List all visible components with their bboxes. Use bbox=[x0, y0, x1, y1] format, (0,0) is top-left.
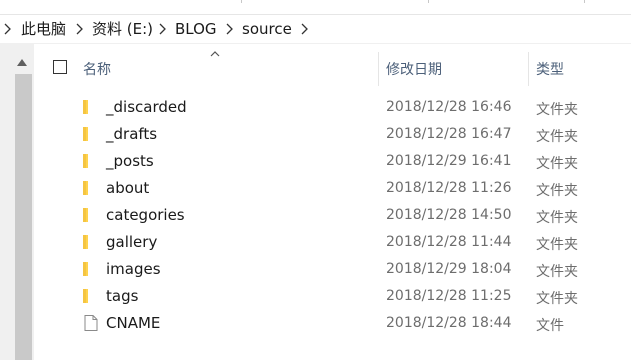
strip-divider bbox=[241, 0, 242, 3]
column-header-date[interactable]: 修改日期 bbox=[386, 59, 442, 79]
chevron-right-icon[interactable] bbox=[299, 22, 309, 36]
file-type: 文件夹 bbox=[536, 291, 578, 307]
breadcrumb-item-drive-e[interactable]: 资料 (E:) bbox=[92, 21, 153, 37]
chevron-right-icon[interactable] bbox=[157, 22, 167, 36]
file-name[interactable]: _drafts bbox=[106, 125, 157, 143]
file-row-categories[interactable]: categories 2018/12/28 14:50 文件夹 bbox=[34, 202, 631, 229]
folder-icon bbox=[83, 127, 88, 141]
folder-icon bbox=[83, 235, 88, 249]
file-type: 文件夹 bbox=[536, 129, 578, 145]
chevron-right-icon[interactable] bbox=[224, 22, 234, 36]
column-divider[interactable] bbox=[378, 52, 379, 86]
select-all-checkbox[interactable] bbox=[53, 60, 67, 74]
file-type: 文件夹 bbox=[536, 210, 578, 226]
file-date: 2018/12/29 16:41 bbox=[386, 153, 512, 169]
file-type: 文件夹 bbox=[536, 264, 578, 280]
column-header-strip-top bbox=[0, 0, 631, 15]
breadcrumb-item-this-pc[interactable]: 此电脑 bbox=[21, 21, 66, 37]
file-date: 2018/12/28 11:25 bbox=[386, 288, 512, 304]
file-date: 2018/12/28 16:47 bbox=[386, 126, 512, 142]
file-name[interactable]: _discarded bbox=[106, 98, 187, 116]
file-name[interactable]: categories bbox=[106, 206, 185, 224]
vertical-scrollbar[interactable] bbox=[0, 44, 34, 360]
scroll-up-arrow-icon[interactable] bbox=[16, 58, 28, 68]
file-date: 2018/12/29 18:04 bbox=[386, 261, 512, 277]
folder-icon bbox=[83, 181, 88, 195]
file-date: 2018/12/28 14:50 bbox=[386, 207, 512, 223]
folder-icon bbox=[83, 154, 88, 168]
sort-ascending-icon bbox=[210, 51, 220, 57]
breadcrumb-item-source[interactable]: source bbox=[242, 21, 292, 37]
column-divider[interactable] bbox=[528, 52, 529, 86]
folder-icon bbox=[83, 289, 88, 303]
column-header: 名称 修改日期 类型 bbox=[34, 44, 631, 90]
file-type: 文件夹 bbox=[536, 237, 578, 253]
file-type: 文件夹 bbox=[536, 183, 578, 199]
folder-icon bbox=[83, 208, 88, 222]
file-date: 2018/12/28 16:46 bbox=[386, 99, 512, 115]
file-row-gallery[interactable]: gallery 2018/12/28 11:44 文件夹 bbox=[34, 229, 631, 256]
column-header-name[interactable]: 名称 bbox=[83, 59, 111, 79]
file-name[interactable]: gallery bbox=[106, 233, 157, 251]
chevron-right-icon[interactable] bbox=[74, 22, 84, 36]
breadcrumb: 此电脑 资料 (E:) BLOG source bbox=[0, 15, 631, 44]
folder-icon bbox=[83, 262, 88, 276]
file-type: 文件夹 bbox=[536, 156, 578, 172]
file-name[interactable]: about bbox=[106, 179, 149, 197]
file-name[interactable]: CNAME bbox=[106, 314, 160, 332]
file-row-about[interactable]: about 2018/12/28 11:26 文件夹 bbox=[34, 175, 631, 202]
file-row-tags[interactable]: tags 2018/12/28 11:25 文件夹 bbox=[34, 283, 631, 310]
file-row-discarded[interactable]: _discarded 2018/12/28 16:46 文件夹 bbox=[34, 94, 631, 121]
file-name[interactable]: tags bbox=[106, 287, 138, 305]
chevron-right-icon[interactable] bbox=[2, 22, 12, 36]
file-date: 2018/12/28 18:44 bbox=[386, 315, 512, 331]
file-type: 文件夹 bbox=[536, 102, 578, 118]
file-type: 文件 bbox=[536, 318, 564, 334]
file-date: 2018/12/28 11:26 bbox=[386, 180, 512, 196]
file-icon bbox=[84, 315, 98, 331]
file-name[interactable]: _posts bbox=[106, 152, 154, 170]
folder-icon bbox=[83, 100, 88, 114]
scrollbar-thumb[interactable] bbox=[15, 74, 32, 360]
file-row-posts[interactable]: _posts 2018/12/29 16:41 文件夹 bbox=[34, 148, 631, 175]
file-date: 2018/12/28 11:44 bbox=[386, 234, 512, 250]
strip-divider bbox=[584, 0, 585, 3]
file-row-images[interactable]: images 2018/12/29 18:04 文件夹 bbox=[34, 256, 631, 283]
column-header-type[interactable]: 类型 bbox=[536, 59, 564, 79]
file-name[interactable]: images bbox=[106, 260, 161, 278]
breadcrumb-item-blog[interactable]: BLOG bbox=[175, 21, 217, 37]
file-row-cname[interactable]: CNAME 2018/12/28 18:44 文件 bbox=[34, 310, 631, 337]
strip-divider bbox=[428, 0, 429, 3]
file-row-drafts[interactable]: _drafts 2018/12/28 16:47 文件夹 bbox=[34, 121, 631, 148]
